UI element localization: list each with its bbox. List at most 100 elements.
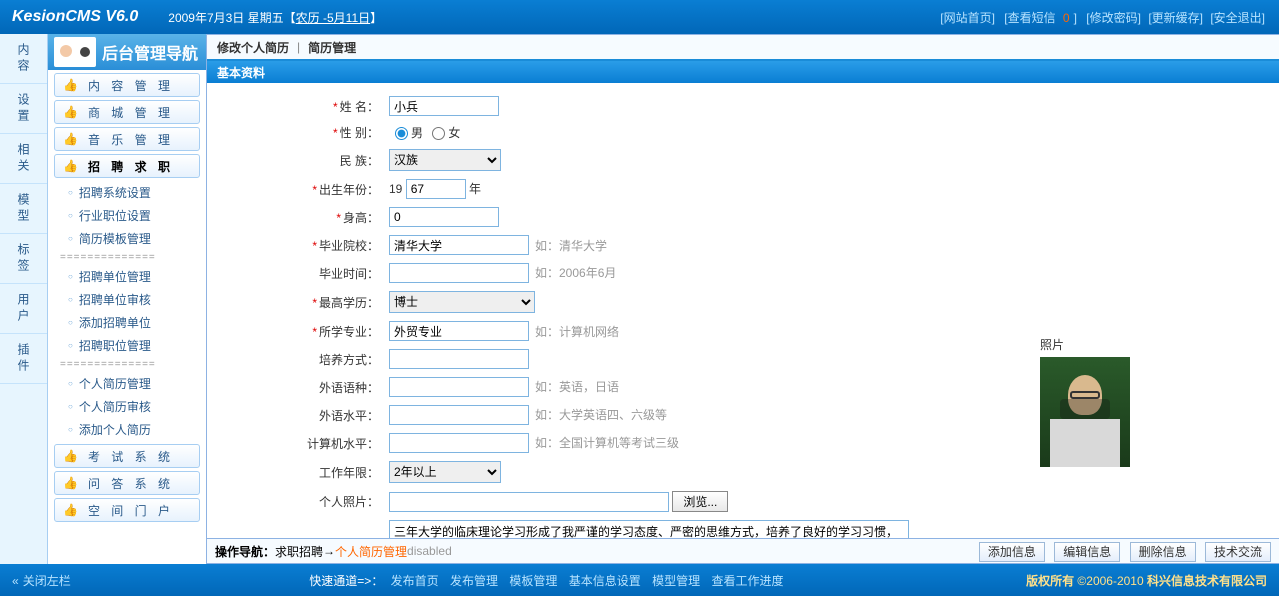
thumb-icon: 👍 <box>63 159 82 173</box>
sidebar-item[interactable]: 添加招聘单位 <box>48 311 206 334</box>
train-label: 培养方式： <box>319 353 379 367</box>
thumb-icon: 👍 <box>63 449 82 463</box>
sidebar-item[interactable]: 个人简历审核 <box>48 395 206 418</box>
hint: 如：清华大学 <box>535 239 607 253</box>
lang-input[interactable] <box>389 377 529 397</box>
link-home[interactable]: [网站首页] <box>940 11 995 25</box>
school-input[interactable] <box>389 235 529 255</box>
train-input[interactable] <box>389 349 529 369</box>
exp-label: 工作年限： <box>319 466 379 480</box>
separator: ============== <box>48 250 206 265</box>
opbar-job[interactable]: 求职招聘 <box>275 543 323 560</box>
major-input[interactable] <box>389 321 529 341</box>
nav-qa[interactable]: 👍问 答 系 统 <box>54 471 200 495</box>
nav-job[interactable]: 👍招 聘 求 职 <box>54 154 200 178</box>
vertical-tabs: 内容 设置 相关 模型 标签 用户 插件 <box>0 34 48 564</box>
photo-caption: 照片 <box>1040 336 1259 353</box>
langlevel-input[interactable] <box>389 405 529 425</box>
hint: 如：2006年6月 <box>535 266 616 280</box>
tech-chat-button[interactable]: 技术交流 <box>1205 542 1271 562</box>
quick-link[interactable]: 查看工作进度 <box>711 574 783 588</box>
edit-info-button[interactable]: 编辑信息 <box>1054 542 1120 562</box>
self-textarea[interactable]: 三年大学的临床理论学习形成了我严谨的学习态度、严密的思维方式，培养了良好的学习习… <box>389 520 909 538</box>
delete-info-button[interactable]: 删除信息 <box>1130 542 1196 562</box>
vtab-setting[interactable]: 设置 <box>0 84 47 134</box>
thumb-icon: 👍 <box>63 78 82 92</box>
date-info: 2009年7月3日 星期五【农历 -5月11日】 <box>168 9 382 26</box>
avatar-icon <box>54 37 96 67</box>
quick-link[interactable]: 模板管理 <box>509 574 557 588</box>
gradtime-label: 毕业时间： <box>319 267 379 281</box>
vtab-plugin[interactable]: 插件 <box>0 334 47 384</box>
copyright: 版权所有 ©2006-2010 科兴信息技术有限公司 <box>1026 572 1267 589</box>
photo-label: 个人照片： <box>319 495 379 509</box>
link-logout[interactable]: [安全退出] <box>1210 11 1265 25</box>
gradtime-input[interactable] <box>389 263 529 283</box>
nation-select[interactable]: 汉族 <box>389 149 501 171</box>
name-input[interactable] <box>389 96 499 116</box>
opbar-disabled: disabled <box>407 544 452 558</box>
brand: KesionCMS V6.0 <box>12 8 138 26</box>
sidebar-item[interactable]: 招聘单位审核 <box>48 288 206 311</box>
thumb-icon: 👍 <box>63 476 82 490</box>
vtab-content[interactable]: 内容 <box>0 34 47 84</box>
height-input[interactable] <box>389 207 499 227</box>
thumb-icon: 👍 <box>63 105 82 119</box>
close-left-button[interactable]: 关闭左栏 <box>12 572 71 589</box>
hint: 如：全国计算机等考试三级 <box>535 436 679 450</box>
top-links: [网站首页] [查看短信 0] [修改密码] [更新缓存] [安全退出] <box>938 9 1267 26</box>
quick-link[interactable]: 发布首页 <box>391 574 439 588</box>
quick-links: 快速通道=>： 发布首页 发布管理 模板管理 基本信息设置 模型管理 查看工作进… <box>309 572 787 589</box>
section-header: 基本资料 <box>207 61 1279 83</box>
photo-preview <box>1040 357 1130 467</box>
quick-link[interactable]: 发布管理 <box>450 574 498 588</box>
browse-button[interactable]: 浏览... <box>672 491 728 512</box>
nav-space[interactable]: 👍空 间 门 户 <box>54 498 200 522</box>
nation-label: 民 族： <box>340 154 379 168</box>
add-info-button[interactable]: 添加信息 <box>979 542 1045 562</box>
nav-exam[interactable]: 👍考 试 系 统 <box>54 444 200 468</box>
sidebar-item[interactable]: 招聘单位管理 <box>48 265 206 288</box>
sidebar-item[interactable]: 添加个人简历 <box>48 418 206 441</box>
nav-content-mgmt[interactable]: 👍内 容 管 理 <box>54 73 200 97</box>
lunar-link[interactable]: 农历 -5月11日 <box>296 11 370 25</box>
comp-label: 计算机水平： <box>307 437 379 451</box>
link-msg[interactable]: [查看短信 0] <box>1002 11 1079 25</box>
sidebar-item[interactable]: 招聘系统设置 <box>48 181 206 204</box>
lang-label: 外语语种： <box>319 381 379 395</box>
name-label: 姓 名： <box>340 100 379 114</box>
link-cache[interactable]: [更新缓存] <box>1148 11 1203 25</box>
birth-input[interactable] <box>406 179 466 199</box>
school-label: 毕业院校： <box>319 239 379 253</box>
opbar-label: 操作导航： <box>215 543 275 560</box>
thumb-icon: 👍 <box>63 503 82 517</box>
hint: 如：大学英语四、六级等 <box>535 408 667 422</box>
breadcrumb: 修改个人简历|简历管理 <box>207 35 1279 61</box>
quick-link[interactable]: 基本信息设置 <box>569 574 641 588</box>
height-label: 身高： <box>343 211 379 225</box>
gender-female-radio[interactable] <box>432 127 445 140</box>
hint: 如：计算机网络 <box>535 325 619 339</box>
vtab-related[interactable]: 相关 <box>0 134 47 184</box>
birth-label: 出生年份： <box>319 183 379 197</box>
separator: ============== <box>48 357 206 372</box>
nav-shop-mgmt[interactable]: 👍商 城 管 理 <box>54 100 200 124</box>
sidebar-item[interactable]: 招聘职位管理 <box>48 334 206 357</box>
sidebar-item[interactable]: 简历模板管理 <box>48 227 206 250</box>
vtab-tag[interactable]: 标签 <box>0 234 47 284</box>
quick-link[interactable]: 模型管理 <box>652 574 700 588</box>
link-passwd[interactable]: [修改密码] <box>1086 11 1141 25</box>
exp-select[interactable]: 2年以上 <box>389 461 501 483</box>
nav-music-mgmt[interactable]: 👍音 乐 管 理 <box>54 127 200 151</box>
comp-input[interactable] <box>389 433 529 453</box>
photo-input[interactable] <box>389 492 669 512</box>
sidebar-item[interactable]: 个人简历管理 <box>48 372 206 395</box>
langlevel-label: 外语水平： <box>319 409 379 423</box>
vtab-model[interactable]: 模型 <box>0 184 47 234</box>
degree-select[interactable]: 博士 <box>389 291 535 313</box>
sidebar-item[interactable]: 行业职位设置 <box>48 204 206 227</box>
gender-male-radio[interactable] <box>395 127 408 140</box>
vtab-user[interactable]: 用户 <box>0 284 47 334</box>
major-label: 所学专业： <box>319 325 379 339</box>
opbar-resume[interactable]: 个人简历管理 <box>335 543 407 560</box>
